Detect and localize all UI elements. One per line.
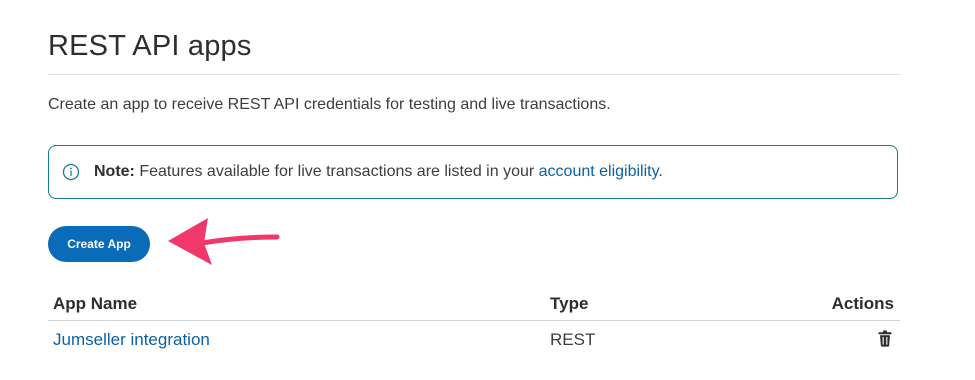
column-header-actions: Actions (831, 294, 894, 313)
account-eligibility-link[interactable]: account eligibility (539, 163, 659, 180)
info-icon (61, 162, 81, 182)
app-name-link[interactable]: Jumseller integration (53, 330, 210, 350)
app-type-cell: REST (550, 330, 596, 349)
column-header-app-name: App Name (53, 294, 138, 313)
page-description: Create an app to receive REST API creden… (48, 96, 611, 113)
title-divider (48, 74, 900, 75)
column-header-type: Type (550, 294, 589, 313)
page-title: REST API apps (48, 30, 252, 62)
trash-icon[interactable] (878, 330, 892, 352)
note-message: Features available for live transactions… (134, 163, 539, 180)
table-row: Jumseller integration REST (48, 330, 900, 354)
note-text: Note: Features available for live transa… (94, 163, 663, 181)
note-banner: Note: Features available for live transa… (48, 145, 898, 199)
note-period: . (658, 163, 663, 180)
pointer-arrow-icon (168, 218, 280, 265)
create-app-button[interactable]: Create App (48, 226, 150, 262)
apps-table-header: App Name Type Actions (48, 294, 900, 321)
note-label: Note: (94, 163, 135, 180)
